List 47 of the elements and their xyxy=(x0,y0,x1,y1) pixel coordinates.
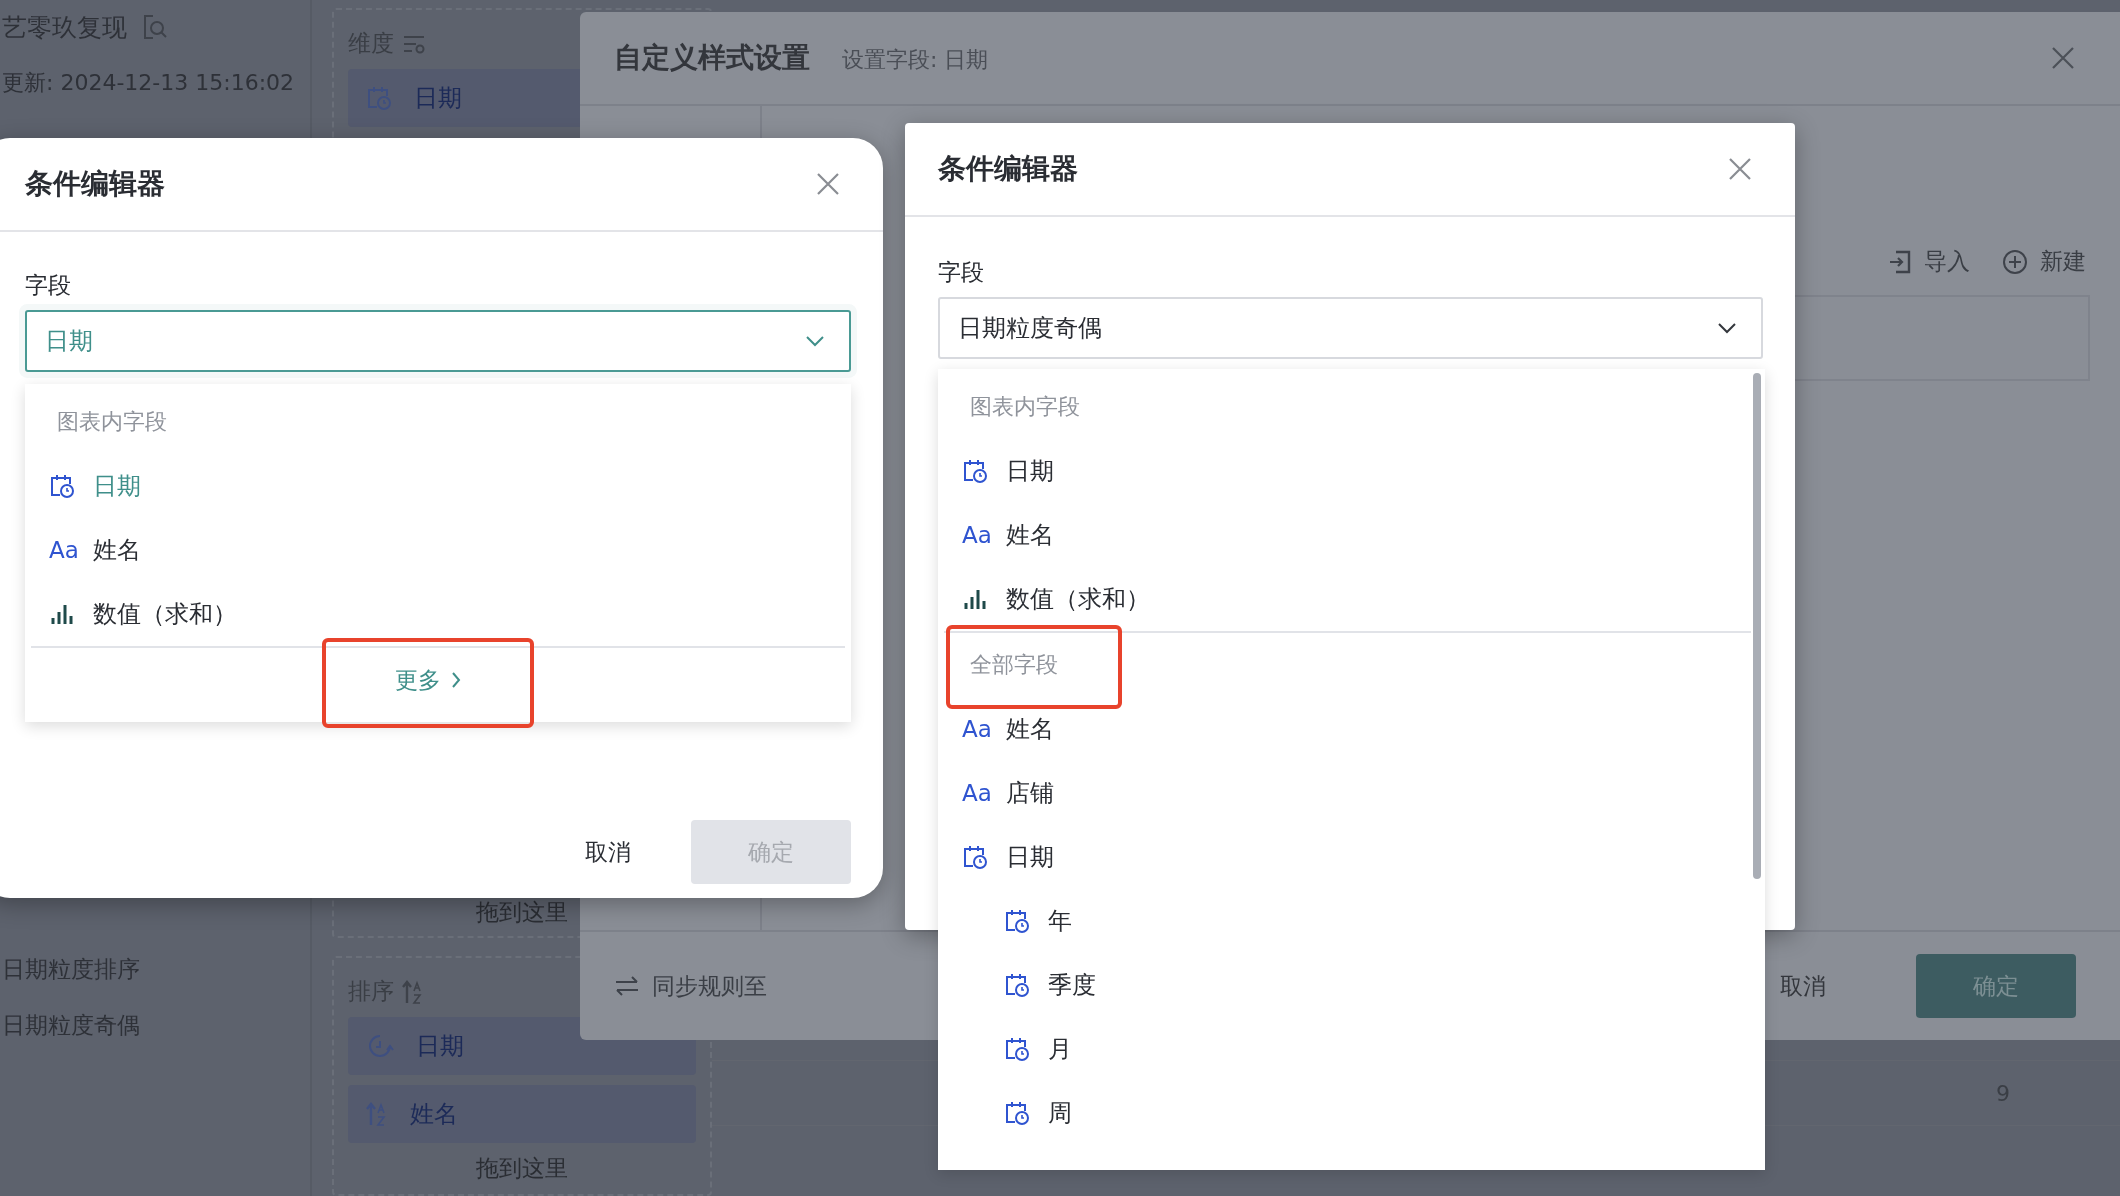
field-option[interactable]: 数值（求和） xyxy=(25,582,851,646)
field-option[interactable]: 日期 xyxy=(938,825,1765,889)
calendar-clock-icon xyxy=(962,844,988,870)
field-option[interactable]: 月 xyxy=(938,1017,1765,1081)
field-option[interactable]: 日期 xyxy=(938,439,1765,503)
field-option[interactable]: Aa 店铺 xyxy=(938,761,1765,825)
import-icon xyxy=(1888,248,1912,275)
drop-hint: 拖到这里 xyxy=(476,1154,568,1183)
group-header: 图表内字段 xyxy=(57,408,167,436)
field-option[interactable]: 周 xyxy=(938,1081,1765,1145)
calendar-clock-icon xyxy=(962,458,988,484)
sort-icon[interactable] xyxy=(402,978,424,1005)
plus-circle-icon xyxy=(2002,248,2028,275)
group-header: 全部字段 xyxy=(970,651,1058,679)
field-option[interactable]: Aa 姓名 xyxy=(938,503,1765,567)
dialog-title: 条件编辑器 xyxy=(25,166,165,202)
field-select[interactable]: 日期粒度奇偶 xyxy=(938,297,1763,359)
bar-chart-icon xyxy=(962,587,988,611)
calendar-clock-icon xyxy=(1004,908,1030,934)
bar-chart-icon xyxy=(49,602,75,626)
field-label: 字段 xyxy=(938,258,985,287)
chevron-down-icon xyxy=(1717,322,1737,334)
chevron-down-icon xyxy=(805,335,825,347)
close-icon[interactable] xyxy=(2050,45,2076,71)
close-icon[interactable] xyxy=(815,171,841,197)
field-option[interactable]: 日期 xyxy=(25,454,851,518)
field-label: 字段 xyxy=(25,271,72,300)
calendar-clock-icon xyxy=(1004,1100,1030,1126)
dialog-subtitle: 设置字段: 日期 xyxy=(842,46,989,74)
field-option[interactable]: 数值（求和） xyxy=(938,567,1765,631)
calendar-clock-icon xyxy=(1004,1036,1030,1062)
scrollbar[interactable] xyxy=(1753,373,1761,879)
field-option[interactable]: Aa 姓名 xyxy=(25,518,851,582)
drop-hint: 拖到这里 xyxy=(476,898,568,927)
close-icon[interactable] xyxy=(1727,156,1753,182)
field-option[interactable]: 季度 xyxy=(938,953,1765,1017)
swap-icon xyxy=(614,975,640,997)
cancel-button[interactable]: 取消 xyxy=(565,836,651,868)
dialog-title: 条件编辑器 xyxy=(938,151,1078,187)
group-header: 图表内字段 xyxy=(970,393,1080,421)
calendar-clock-icon xyxy=(1004,972,1030,998)
calendar-clock-icon xyxy=(49,473,75,499)
chevron-right-icon xyxy=(451,671,461,689)
more-link[interactable]: 更多 xyxy=(395,664,461,696)
field-option[interactable]: Aa 姓名 xyxy=(938,697,1765,761)
search-icon[interactable] xyxy=(141,13,169,41)
field-option[interactable]: 年 xyxy=(938,889,1765,953)
